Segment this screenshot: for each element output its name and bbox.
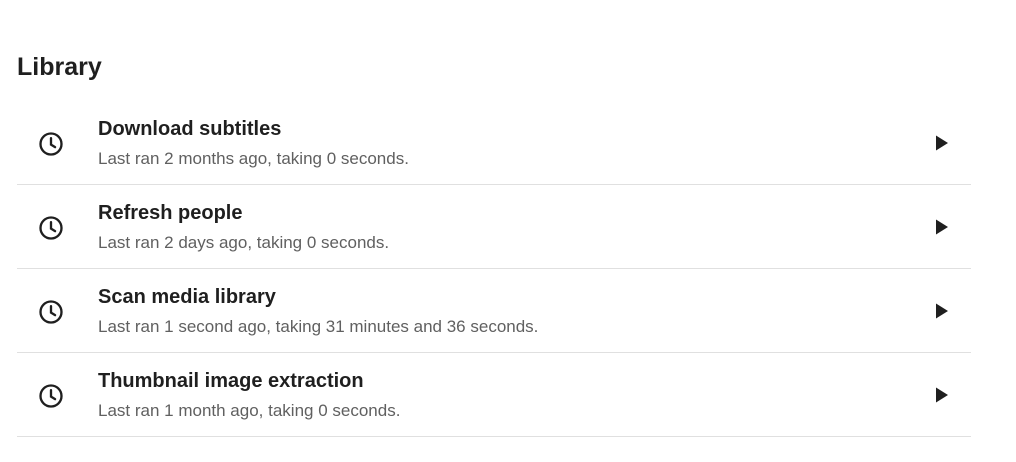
- task-name[interactable]: Thumbnail image extraction: [98, 369, 891, 393]
- scheduled-tasks-page: Library Download subtitles Last ran 2 mo…: [0, 0, 1016, 462]
- play-icon: [934, 386, 950, 404]
- play-icon: [934, 218, 950, 236]
- task-status: Last ran 1 second ago, taking 31 minutes…: [98, 317, 539, 336]
- task-details: Download subtitles Last ran 2 months ago…: [98, 117, 891, 169]
- task-details: Thumbnail image extraction Last ran 1 mo…: [98, 369, 891, 421]
- section-title: Library: [17, 53, 102, 81]
- run-task-button[interactable]: [927, 128, 957, 158]
- task-row-refresh-people[interactable]: Refresh people Last ran 2 days ago, taki…: [17, 185, 971, 269]
- run-task-button[interactable]: [927, 380, 957, 410]
- task-status: Last ran 1 month ago, taking 0 seconds.: [98, 401, 401, 420]
- task-list: Download subtitles Last ran 2 months ago…: [17, 101, 971, 437]
- run-task-button[interactable]: [927, 212, 957, 242]
- task-name[interactable]: Download subtitles: [98, 117, 891, 141]
- clock-icon: [37, 214, 65, 242]
- task-row-scan-media-library[interactable]: Scan media library Last ran 1 second ago…: [17, 269, 971, 353]
- clock-icon: [37, 298, 65, 326]
- task-name[interactable]: Refresh people: [98, 201, 891, 225]
- run-task-button[interactable]: [927, 296, 957, 326]
- clock-icon: [37, 382, 65, 410]
- task-details: Refresh people Last ran 2 days ago, taki…: [98, 201, 891, 253]
- task-name[interactable]: Scan media library: [98, 285, 891, 309]
- task-status: Last ran 2 months ago, taking 0 seconds.: [98, 149, 409, 168]
- task-row-download-subtitles[interactable]: Download subtitles Last ran 2 months ago…: [17, 101, 971, 185]
- play-icon: [934, 134, 950, 152]
- play-icon: [934, 302, 950, 320]
- task-row-thumbnail-image-extraction[interactable]: Thumbnail image extraction Last ran 1 mo…: [17, 353, 971, 437]
- clock-icon: [37, 130, 65, 158]
- task-status: Last ran 2 days ago, taking 0 seconds.: [98, 233, 390, 252]
- task-details: Scan media library Last ran 1 second ago…: [98, 285, 891, 337]
